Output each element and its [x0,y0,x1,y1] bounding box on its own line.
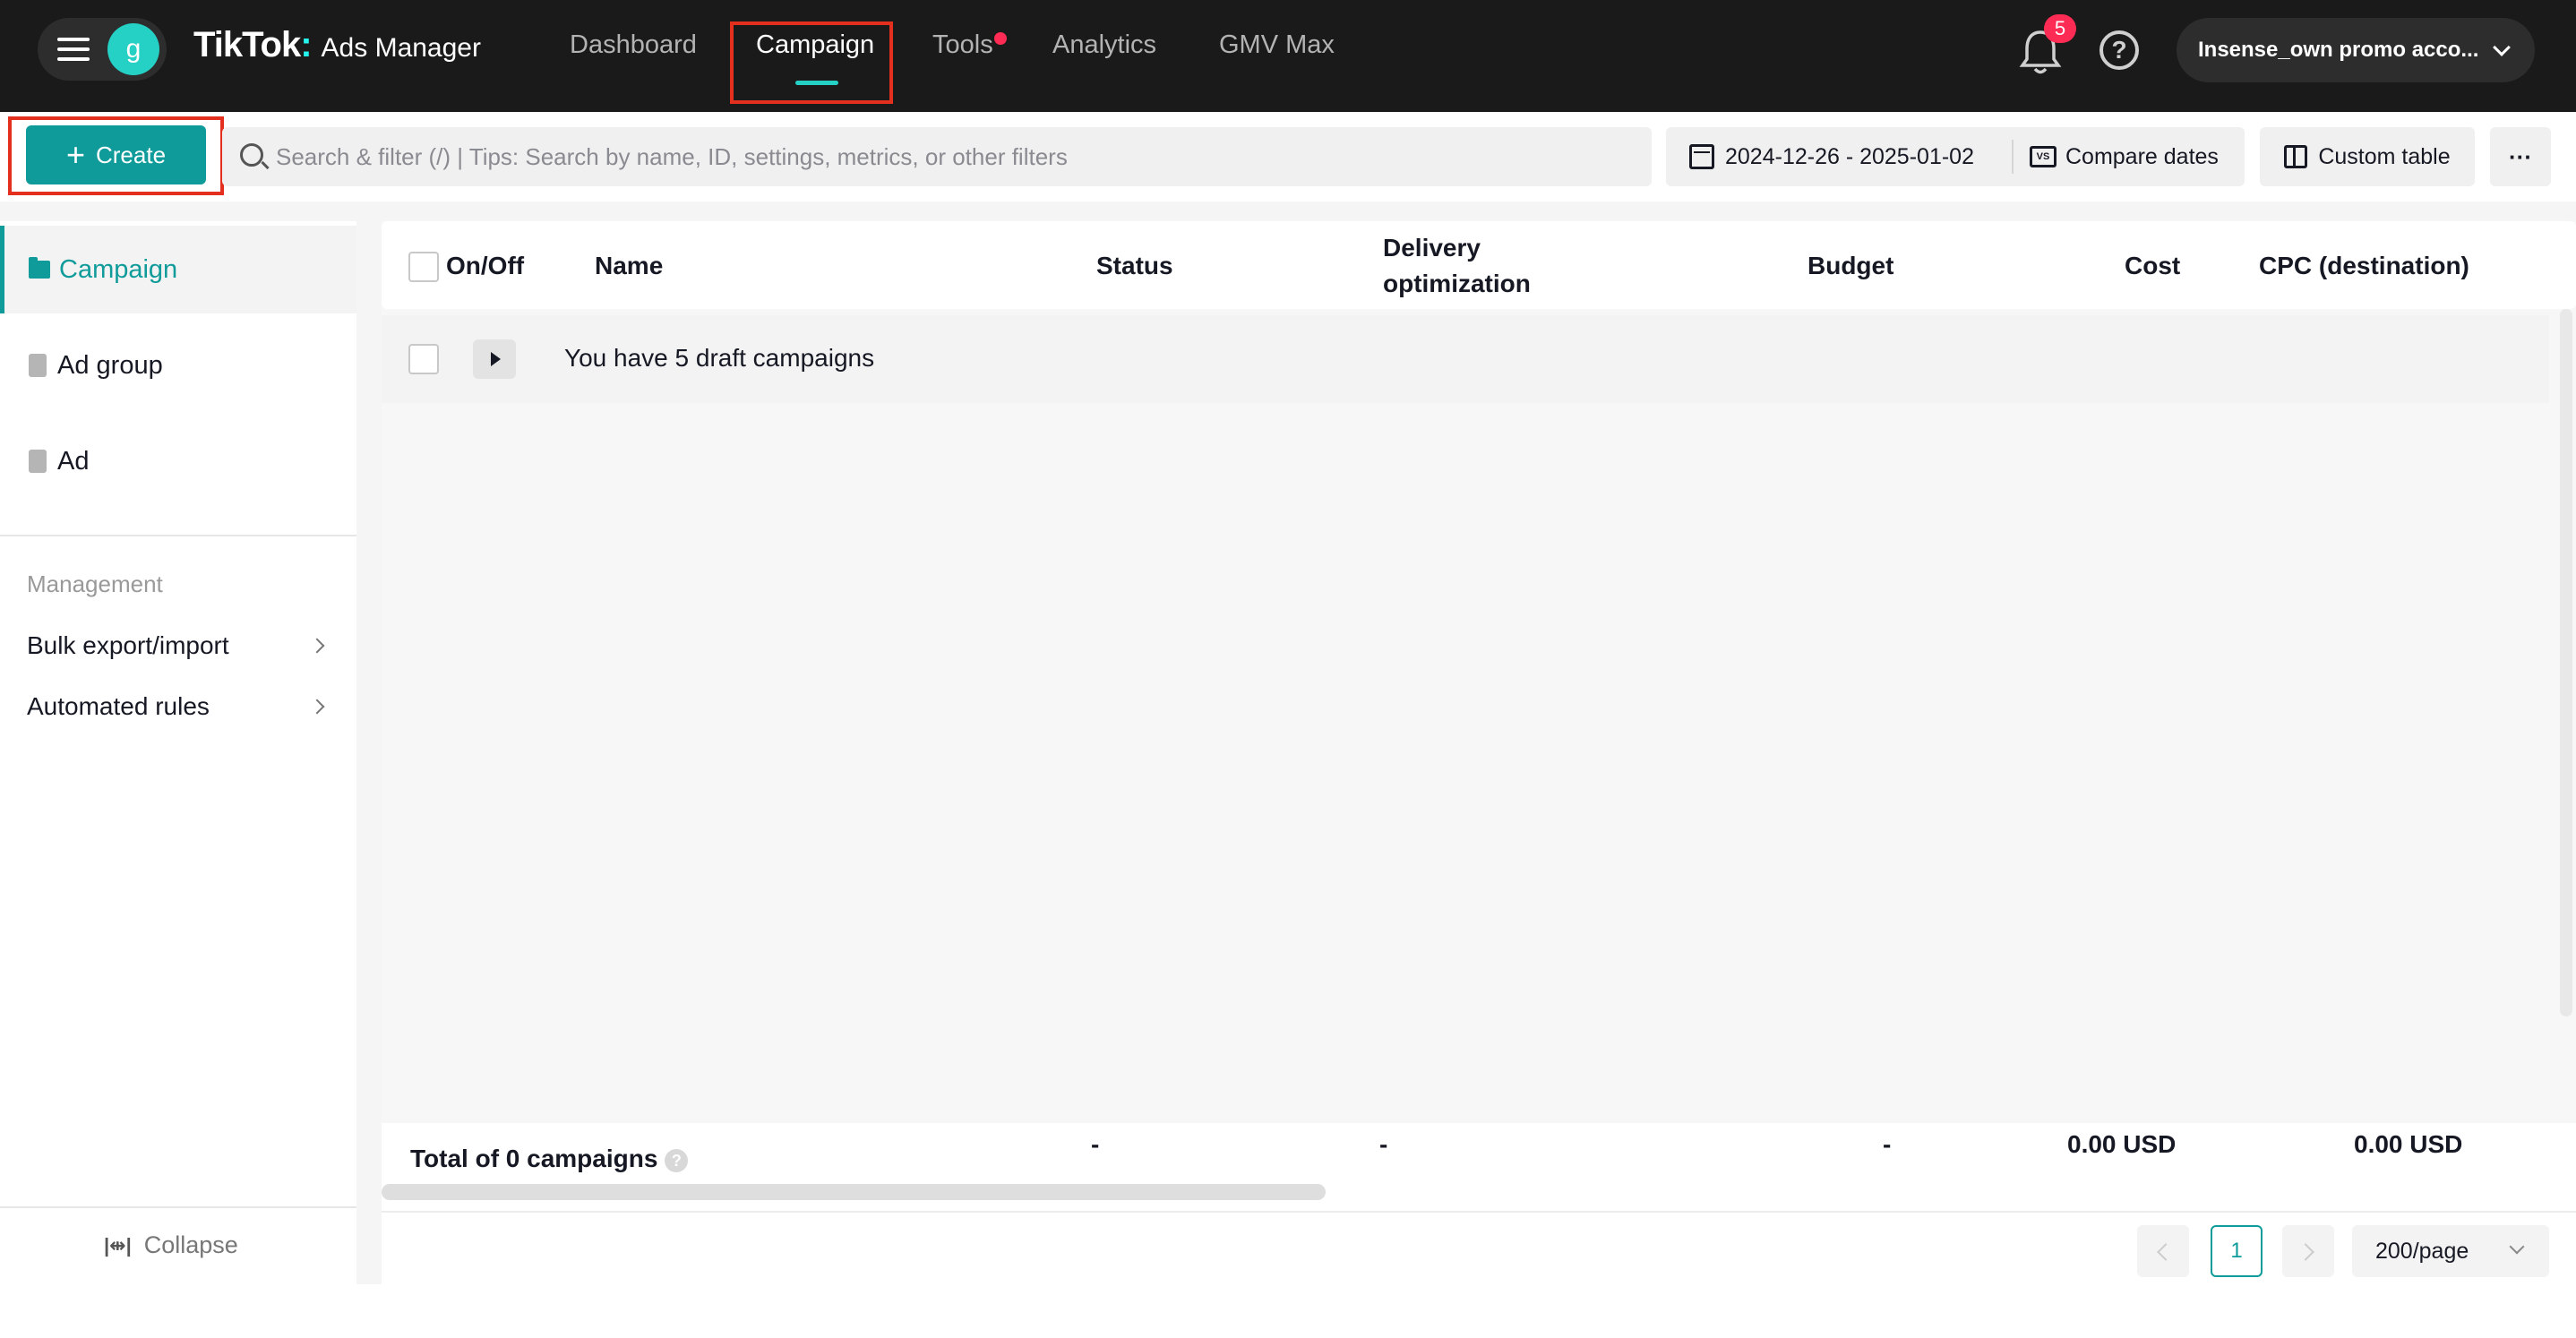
sidebar-item-label: Campaign [59,254,178,284]
help-icon[interactable]: ? [665,1148,689,1172]
search-filter-bar[interactable] [222,127,1652,186]
sidebar-item-label: Ad group [57,350,163,380]
sidebar-bottom-divider [0,1206,356,1208]
nav-gmv-max[interactable]: GMV Max [1219,30,1335,60]
sidebar-link-label: Bulk export/import [27,631,229,659]
draft-campaigns-text: You have 5 draft campaigns [564,344,875,372]
column-header-status[interactable]: Status [1096,252,1173,280]
previous-page-button[interactable] [2137,1225,2189,1277]
sidebar-link-label: Automated rules [27,692,210,720]
create-button[interactable]: + Create [26,125,206,184]
brand-name: TikTok [193,25,301,64]
notification-count-badge: 5 [2044,14,2076,43]
date-divider [2012,140,2014,174]
vertical-scrollbar[interactable] [2560,309,2572,1016]
total-budget: - [1883,1130,1892,1158]
page-1-button[interactable]: 1 [2211,1225,2263,1277]
sidebar-item-ad[interactable]: Ad [0,417,356,505]
campaign-toolbar: + Create 2024-12-26 - 2025-01-02 VS Comp… [0,112,2576,202]
help-icon[interactable]: ? [2099,30,2139,70]
table-header: On/Off Name Status Delivery optimization… [382,221,2576,309]
left-sidebar: Campaign Ad group Ad Management Bulk exp… [0,221,356,1284]
compare-dates-button[interactable]: VS Compare dates [2030,127,2219,186]
account-switcher[interactable]: Insense_own promo acco... [2177,18,2535,82]
column-header-on-off[interactable]: On/Off [446,252,524,280]
sidebar-item-label: Ad [57,446,90,476]
nav-analytics[interactable]: Analytics [1052,30,1156,60]
ad-icon [29,450,47,473]
sidebar-link-automated-rules[interactable]: Automated rules [27,692,330,721]
plus-icon: + [65,136,85,173]
column-header-cpc-destination[interactable]: CPC (destination) [2259,252,2469,280]
chevron-down-icon [2509,1239,2525,1255]
date-range-picker[interactable]: 2024-12-26 - 2025-01-02 [1666,127,2012,186]
account-name: Insense_own promo acco... [2198,38,2479,62]
columns-icon [2284,145,2308,168]
column-header-delivery[interactable]: Delivery [1383,234,1481,262]
draft-campaigns-row[interactable]: You have 5 draft campaigns [382,315,2549,403]
page-size-select[interactable]: 200/page [2352,1225,2549,1277]
tools-new-dot [994,32,1007,45]
table-body-empty [382,409,2549,1108]
chevron-down-icon [2493,39,2511,56]
column-header-budget[interactable]: Budget [1807,252,1893,280]
folder-icon [29,257,50,279]
collapse-label: Collapse [143,1231,238,1258]
main-menu-toggle[interactable]: g [38,18,167,81]
custom-table-button[interactable]: Custom table [2260,127,2475,186]
total-cpc-destination: 0.00 USD [2354,1130,2463,1158]
brand-subtitle: Ads Manager [321,33,481,63]
sidebar-divider [0,535,356,536]
page-size-value: 200/page [2375,1238,2469,1264]
brand-colon-glyph: : [300,25,313,64]
chevron-right-icon [309,638,325,654]
search-input[interactable] [276,127,1637,186]
sidebar-item-campaign[interactable]: Campaign [0,226,356,313]
expand-drafts-button[interactable] [473,339,516,379]
ad-group-icon [29,354,47,377]
create-button-label: Create [95,141,167,168]
total-delivery-optimization: - [1379,1130,1388,1158]
nav-tools[interactable]: Tools [932,30,993,60]
more-options-button[interactable]: ··· [2490,127,2551,186]
sidebar-link-bulk-export-import[interactable]: Bulk export/import [27,631,330,660]
campaign-tab-highlight-box [730,21,893,104]
user-avatar: g [107,23,159,75]
collapse-icon: |⇹| [104,1233,132,1257]
column-header-name[interactable]: Name [595,252,663,280]
tiktok-ads-manager-logo[interactable]: TikTok: Ads Manager [193,25,481,65]
management-section-title: Management [27,570,163,597]
column-header-optimization[interactable]: optimization [1383,270,1531,298]
chevron-right-icon [309,699,325,715]
hamburger-icon [57,38,90,61]
horizontal-scrollbar[interactable] [382,1184,1326,1200]
window-bottom-edge [0,1284,2576,1338]
compare-dates-label: Compare dates [2065,143,2219,169]
date-controls: 2024-12-26 - 2025-01-02 VS Compare dates [1666,127,2245,186]
campaign-table: On/Off Name Status Delivery optimization… [382,221,2576,1284]
sidebar-item-ad-group[interactable]: Ad group [0,322,356,409]
total-campaigns-label: Total of 0 campaigns? [410,1145,689,1173]
nav-dashboard[interactable]: Dashboard [570,30,697,60]
collapse-sidebar-button[interactable]: |⇹| Collapse [104,1231,238,1259]
total-status: - [1091,1130,1100,1158]
total-cost: 0.00 USD [2067,1130,2177,1158]
date-range-value: 2024-12-26 - 2025-01-02 [1725,143,1974,169]
next-page-button[interactable] [2282,1225,2334,1277]
column-header-cost[interactable]: Cost [2125,252,2180,280]
draft-row-checkbox[interactable] [408,344,439,374]
calendar-icon [1689,144,1714,169]
pagination-bar: 1 200/page [382,1211,2576,1284]
select-all-checkbox[interactable] [408,252,439,282]
top-navigation-bar: g TikTok: Ads Manager Dashboard Campaign… [0,0,2576,112]
compare-vs-icon: VS [2030,146,2057,167]
custom-table-label: Custom table [2318,143,2451,169]
search-icon [240,143,263,167]
